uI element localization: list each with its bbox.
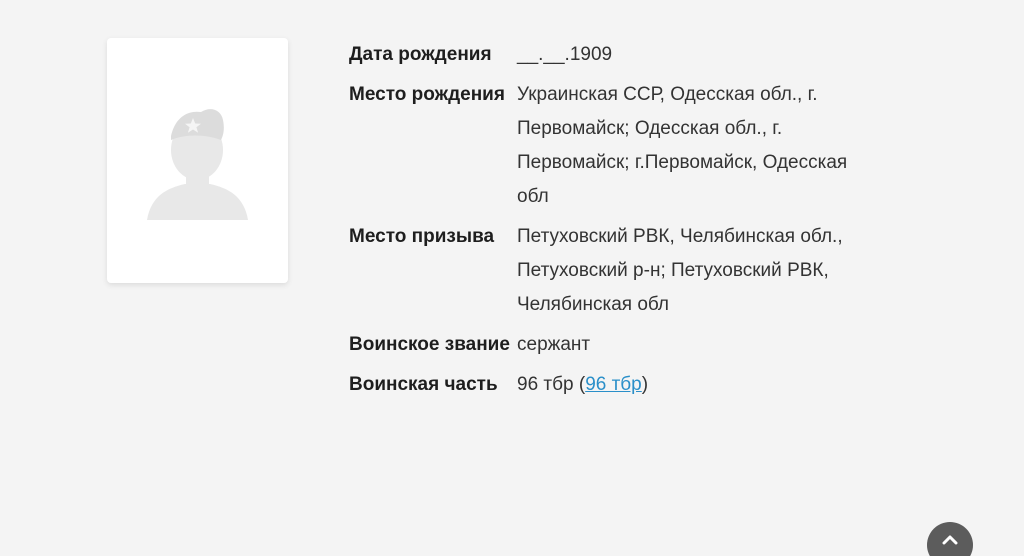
field-label: Воинская часть bbox=[349, 374, 498, 395]
scroll-to-top-button[interactable] bbox=[927, 522, 973, 556]
field-value: __.__.1909 bbox=[517, 44, 613, 65]
field-label: Дата рождения bbox=[349, 44, 492, 65]
field-birth-place: Место рождения Украинская ССР, Одесская … bbox=[349, 78, 869, 214]
soldier-info-table: Дата рождения __.__.1909 Место рождения … bbox=[349, 38, 869, 408]
field-rank: Воинское звание сержант bbox=[349, 328, 869, 362]
field-value: сержант bbox=[517, 334, 591, 355]
field-label: Воинское звание bbox=[349, 334, 510, 355]
soldier-silhouette-icon bbox=[147, 109, 248, 220]
field-label: Место призыва bbox=[349, 226, 495, 247]
field-value: Украинская ССР, Одесская обл., г. Первом… bbox=[517, 84, 848, 207]
soldier-photo-placeholder bbox=[107, 38, 288, 283]
field-draft-place: Место призыва Петуховский РВК, Челябинск… bbox=[349, 220, 869, 322]
field-military-unit: Воинская часть 96 тбр (96 тбр) bbox=[349, 368, 869, 402]
page: Дата рождения __.__.1909 Место рождения … bbox=[0, 0, 1024, 556]
unit-link[interactable]: 96 тбр bbox=[585, 374, 642, 395]
field-birth-date: Дата рождения __.__.1909 bbox=[349, 38, 869, 72]
chevron-up-icon bbox=[942, 535, 958, 545]
field-label: Место рождения bbox=[349, 84, 505, 105]
field-value: 96 тбр (96 тбр) bbox=[517, 374, 649, 395]
field-value: Петуховский РВК, Челябинская обл., Петух… bbox=[517, 226, 843, 315]
unit-text: 96 тбр bbox=[517, 374, 574, 395]
